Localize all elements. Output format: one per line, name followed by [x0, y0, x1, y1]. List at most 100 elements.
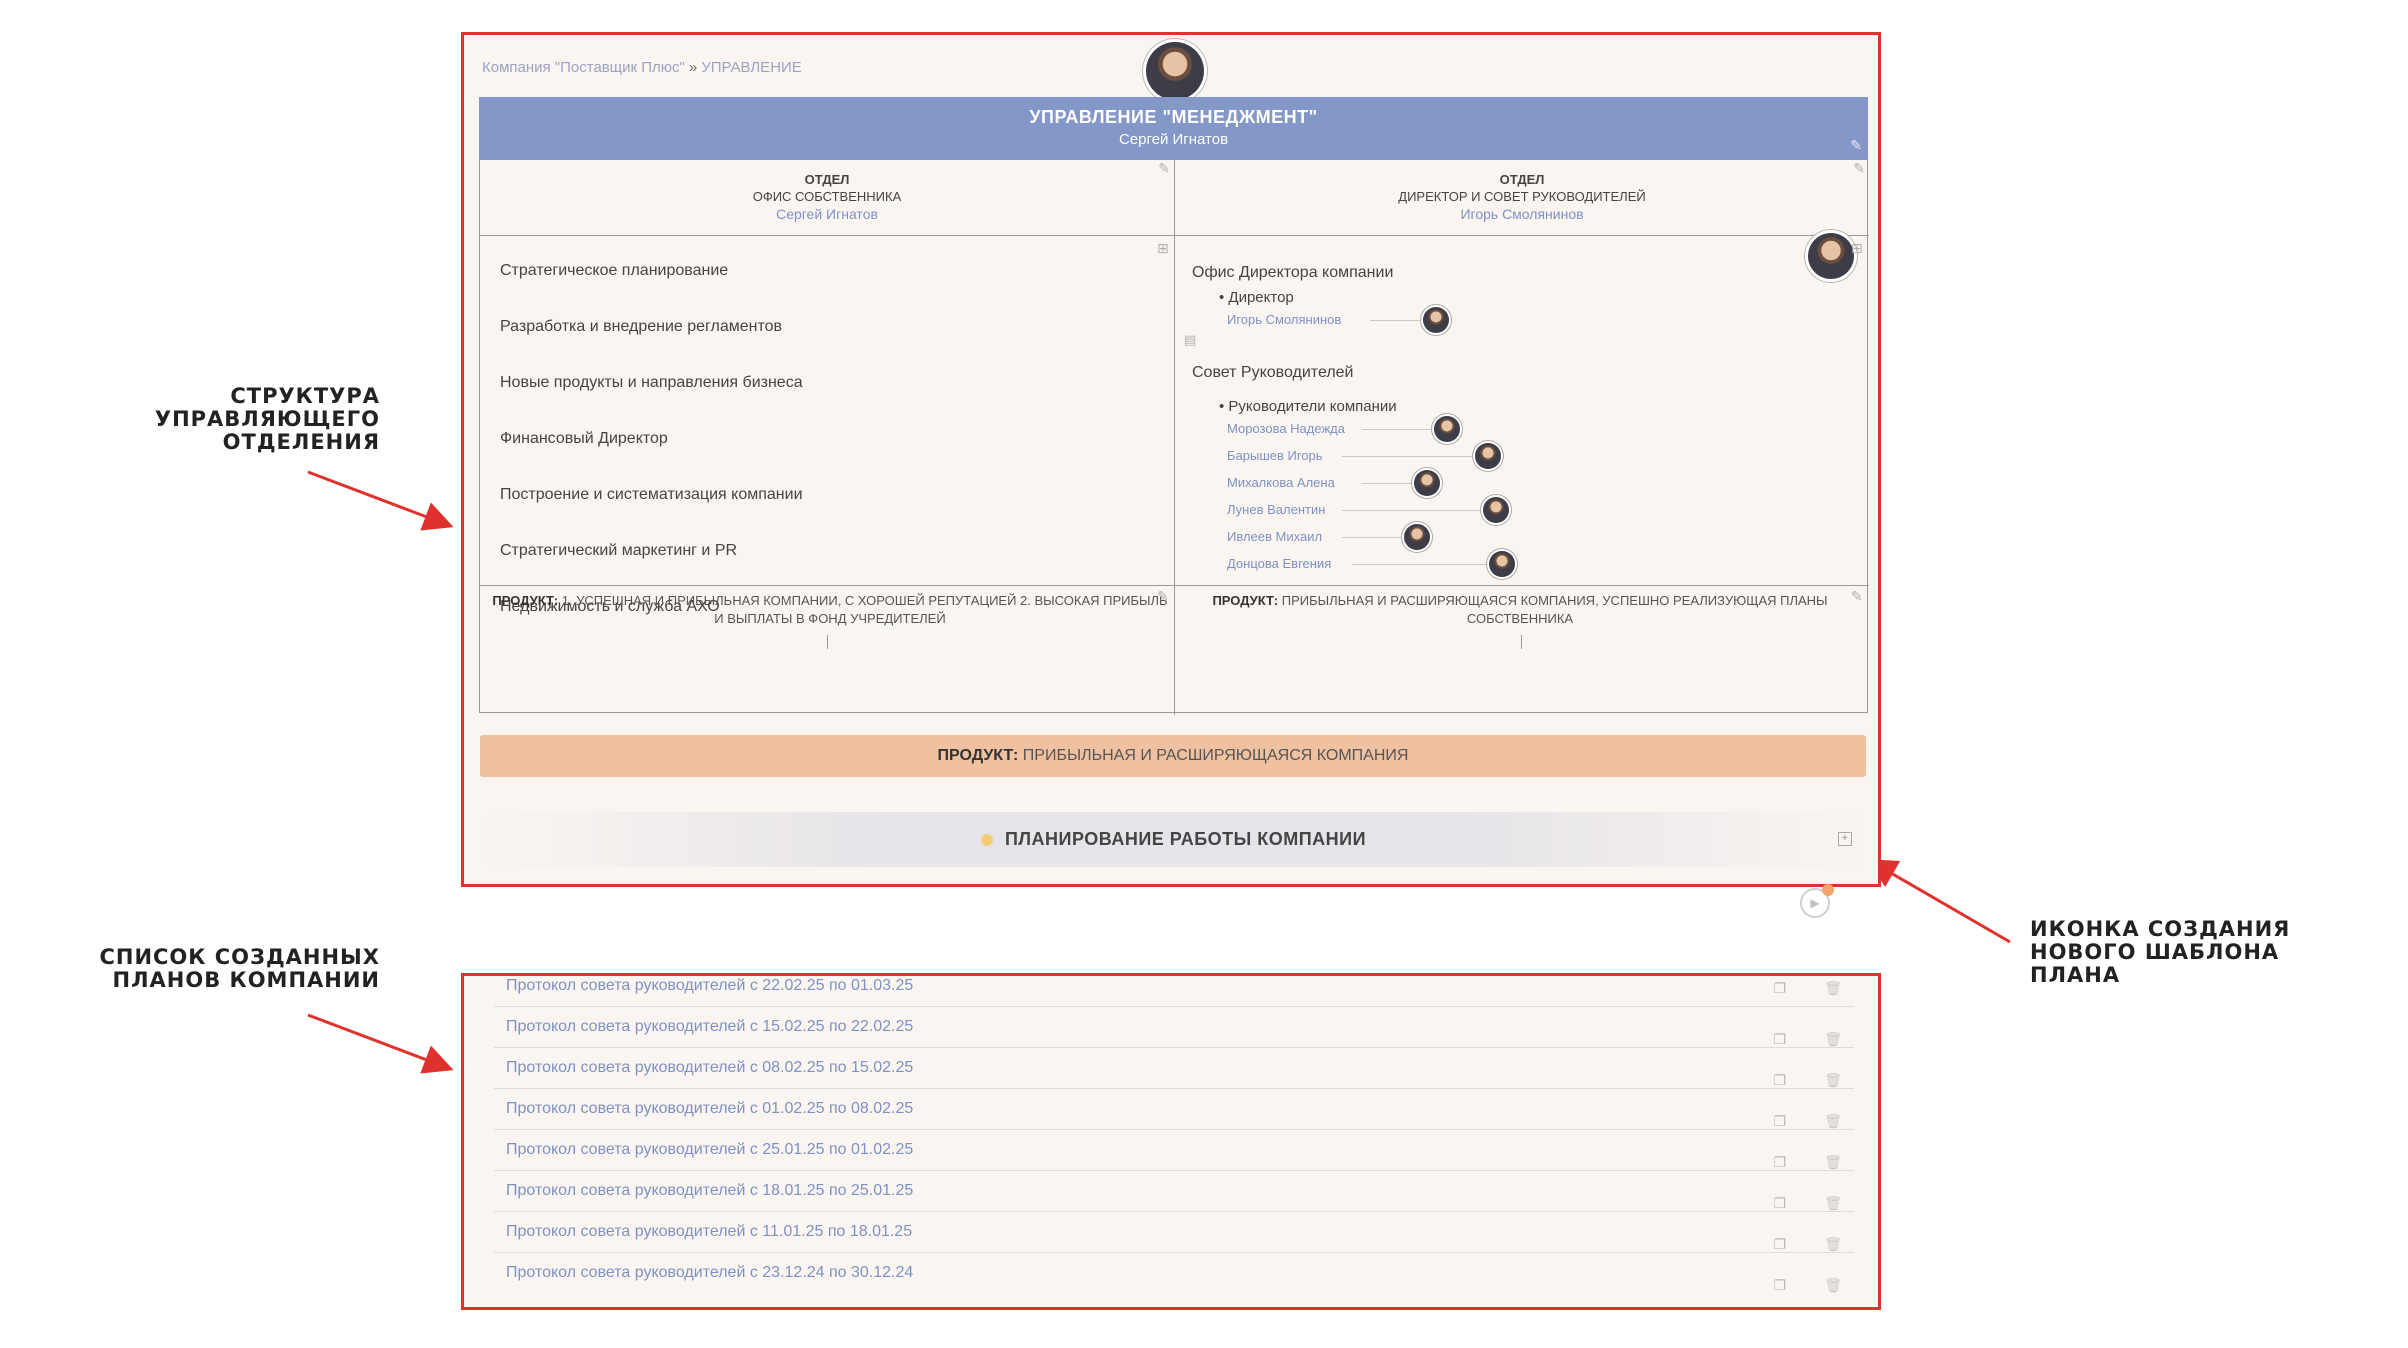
connector-stub	[1521, 635, 1522, 649]
structure-frame: Компания "Поставщик Плюс"» УПРАВЛЕНИЕ УПР…	[461, 32, 1881, 887]
department-name: ОФИС СОБСТВЕННИКА	[752, 189, 902, 204]
person-item[interactable]: Донцова Евгения	[1192, 551, 1842, 583]
annotation-new-template: ИКОНКА СОЗДАНИЯ НОВОГО ШАБЛОНА ПЛАНА	[2030, 918, 2360, 987]
annotation-line: ОТДЕЛЕНИЯ	[222, 430, 380, 454]
plan-link[interactable]: Протокол совета руководителей с 25.01.25…	[506, 1141, 913, 1158]
person-name[interactable]: Морозова Надежда	[1227, 421, 1345, 436]
function-item[interactable]: Финансовый Директор	[500, 430, 803, 486]
plan-link[interactable]: Протокол совета руководителей с 08.02.25…	[506, 1059, 913, 1076]
person-avatar[interactable]	[1404, 524, 1430, 550]
product-label: ПРОДУКТ:	[492, 593, 559, 608]
edit-icon[interactable]: ✎	[1851, 588, 1863, 605]
plan-row: Протокол совета руководителей с 15.02.25…	[494, 1007, 1854, 1048]
plan-link[interactable]: Протокол совета руководителей с 23.12.24…	[506, 1264, 913, 1281]
section-council: Совет Руководителей • Руководители компа…	[1192, 364, 1842, 583]
plan-row: Протокол совета руководителей с 25.01.25…	[494, 1130, 1854, 1171]
function-item[interactable]: Новые продукты и направления бизнеса	[500, 374, 803, 430]
plan-link[interactable]: Протокол совета руководителей с 15.02.25…	[506, 1018, 913, 1035]
function-item[interactable]: Разработка и внедрение регламентов	[500, 318, 803, 374]
copy-icon[interactable]: ❐	[1773, 978, 1786, 998]
annotation-line: УПРАВЛЯЮЩЕГО	[154, 407, 380, 431]
trash-icon[interactable]: 🗑	[1824, 1265, 1842, 1305]
person-name[interactable]: Барышев Игорь	[1227, 448, 1323, 463]
section-title[interactable]: Офис Директора компании	[1192, 264, 1842, 282]
department-name: ДИРЕКТОР И СОВЕТ РУКОВОДИТЕЛЕЙ	[1398, 189, 1646, 204]
connector-line	[1342, 537, 1402, 538]
person-avatar[interactable]	[1489, 551, 1515, 577]
person-name[interactable]: Игорь Смолянинов	[1227, 312, 1341, 327]
person-name[interactable]: Лунев Валентин	[1227, 502, 1325, 517]
role-item[interactable]: • Директор	[1192, 289, 1842, 306]
person-item[interactable]: Лунев Валентин	[1192, 497, 1842, 529]
annotation-line: СТРУКТУРА	[230, 384, 380, 408]
breadcrumb-company[interactable]: Компания "Поставщик Плюс"	[482, 59, 685, 76]
person-name[interactable]: Донцова Евгения	[1227, 556, 1331, 571]
copy-icon[interactable]: ❐	[1773, 1265, 1786, 1305]
add-function-icon[interactable]: ⊞	[1851, 240, 1863, 257]
person-item[interactable]: Ивлеев Михаил	[1192, 524, 1842, 556]
plan-row: Протокол совета руководителей с 08.02.25…	[494, 1048, 1854, 1089]
section-title[interactable]: Совет Руководителей	[1192, 364, 1842, 382]
person-item[interactable]: Михалкова Алена	[1192, 470, 1842, 502]
department-head[interactable]: Игорь Смолянинов	[1175, 206, 1869, 222]
column-divider	[1174, 160, 1175, 715]
person-item[interactable]: Морозова Надежда	[1192, 416, 1842, 448]
plus-square-icon[interactable]: +	[1838, 832, 1852, 846]
product-text: 1. УСПЕШНАЯ И ПРИБЫЛЬНАЯ КОМПАНИИ, С ХОР…	[561, 593, 1168, 626]
connector-line	[1342, 510, 1482, 511]
add-function-icon[interactable]: ⊞	[1157, 240, 1169, 257]
plan-link[interactable]: Протокол совета руководителей с 18.01.25…	[506, 1182, 913, 1199]
person-item[interactable]: Барышев Игорь	[1192, 443, 1842, 475]
management-head-avatar[interactable]	[1146, 42, 1204, 100]
department-owner-office: ОТДЕЛ ОФИС СОБСТВЕННИКА Сергей Игнатов ✎	[480, 160, 1174, 235]
plan-link[interactable]: Протокол совета руководителей с 11.01.25…	[506, 1223, 912, 1240]
person-name[interactable]: Михалкова Алена	[1227, 475, 1335, 490]
management-header: УПРАВЛЕНИЕ "МЕНЕДЖМЕНТ" Сергей Игнатов ✎	[479, 97, 1868, 160]
person-name[interactable]: Ивлеев Михаил	[1227, 529, 1322, 544]
function-item[interactable]: Построение и систематизация компании	[500, 486, 803, 542]
plans-frame: Протокол совета руководителей с 22.02.25…	[461, 973, 1881, 1310]
annotation-line: ИКОНКА СОЗДАНИЯ	[2030, 917, 2291, 941]
trash-icon[interactable]: 🗑	[1824, 978, 1842, 998]
plan-row: Протокол совета руководителей с 23.12.24…	[494, 1253, 1854, 1293]
plan-row: Протокол совета руководителей с 18.01.25…	[494, 1171, 1854, 1212]
function-item[interactable]: Стратегический маркетинг и PR	[500, 542, 803, 598]
annotation-line: ПЛАНОВ КОМПАНИИ	[112, 968, 380, 992]
edit-icon[interactable]: ✎	[1157, 588, 1169, 605]
person-avatar[interactable]	[1475, 443, 1501, 469]
breadcrumb-separator: »	[688, 59, 698, 76]
planning-bar[interactable]: ПЛАНИРОВАНИЕ РАБОТЫ КОМПАНИИ +	[479, 812, 1868, 867]
plans-list: Протокол совета руководителей с 22.02.25…	[494, 976, 1854, 1293]
person-avatar[interactable]	[1483, 497, 1509, 523]
person-avatar[interactable]	[1434, 416, 1460, 442]
plan-row: Протокол совета руководителей с 22.02.25…	[494, 976, 1854, 1007]
department-kind: ОТДЕЛ	[1499, 172, 1545, 187]
person-avatar[interactable]	[1423, 307, 1449, 333]
edit-icon[interactable]: ✎	[1158, 160, 1170, 177]
section-director-office: Офис Директора компании • Директор Игорь…	[1192, 264, 1842, 339]
management-head-name[interactable]: Сергей Игнатов	[479, 131, 1868, 148]
role-item[interactable]: • Руководители компании	[1192, 398, 1842, 415]
breadcrumb: Компания "Поставщик Плюс"» УПРАВЛЕНИЕ	[482, 59, 802, 76]
annotation-plans-list: СПИСОК СОЗДАННЫХ ПЛАНОВ КОМПАНИИ	[80, 946, 380, 992]
plan-link[interactable]: Протокол совета руководителей с 01.02.25…	[506, 1100, 913, 1117]
management-title: УПРАВЛЕНИЕ "МЕНЕДЖМЕНТ"	[1029, 107, 1318, 127]
divider	[480, 235, 1869, 236]
person-avatar[interactable]	[1414, 470, 1440, 496]
departments-grid: ОТДЕЛ ОФИС СОБСТВЕННИКА Сергей Игнатов ✎…	[479, 160, 1869, 715]
plan-link[interactable]: Протокол совета руководителей с 22.02.25…	[506, 977, 913, 994]
arrow-plans	[307, 1013, 454, 1074]
function-item[interactable]: Стратегическое планирование	[500, 262, 803, 318]
annotation-line: СПИСОК СОЗДАННЫХ	[99, 945, 380, 969]
department-product: ПРОДУКТ: ПРИБЫЛЬНАЯ И РАСШИРЯЮЩАЯСЯ КОМП…	[1180, 592, 1860, 628]
person-item[interactable]: Игорь Смолянинов	[1192, 307, 1842, 339]
overall-product-bar: ПРОДУКТ: ПРИБЫЛЬНАЯ И РАСШИРЯЮЩАЯСЯ КОМП…	[480, 735, 1866, 777]
department-head[interactable]: Сергей Игнатов	[480, 206, 1174, 222]
status-dot	[980, 834, 993, 847]
edit-icon[interactable]: ✎	[1853, 160, 1865, 177]
play-icon[interactable]: ▶	[1800, 884, 1834, 918]
breadcrumb-section[interactable]: УПРАВЛЕНИЕ	[701, 59, 802, 76]
connector-line	[1362, 483, 1412, 484]
planning-title: ПЛАНИРОВАНИЕ РАБОТЫ КОМПАНИИ	[1004, 829, 1367, 849]
edit-icon[interactable]: ✎	[1850, 137, 1862, 154]
